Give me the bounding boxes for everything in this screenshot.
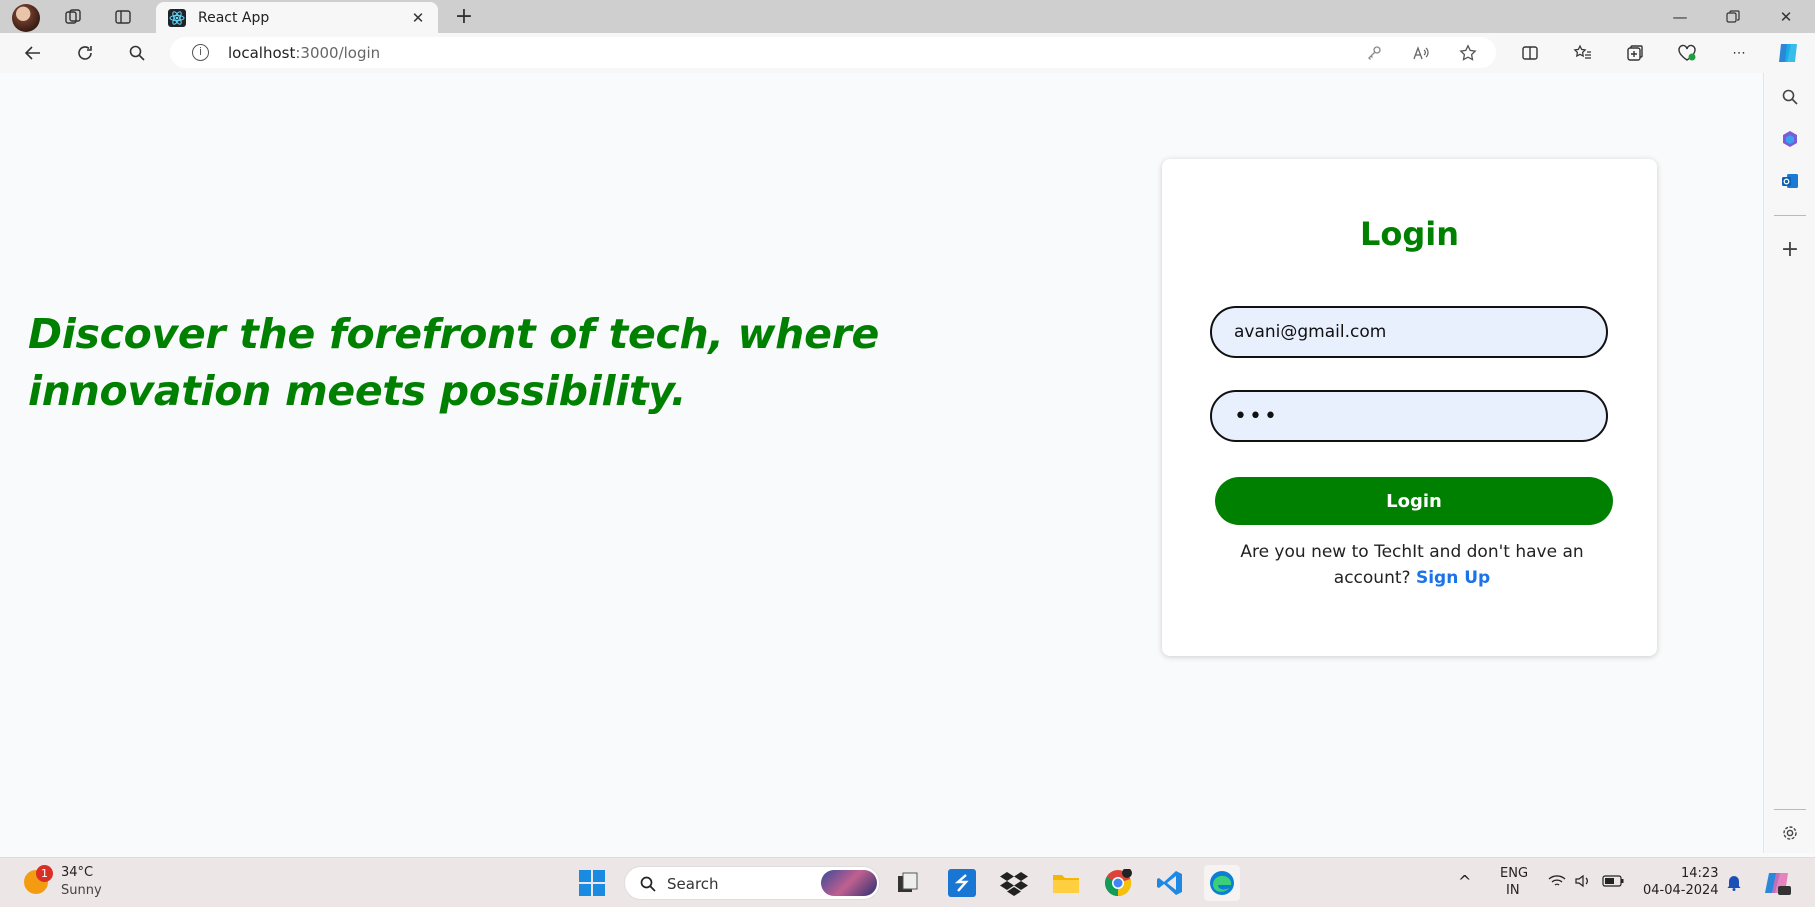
clock-date[interactable]: 04-04-2024 [1643, 883, 1719, 898]
react-icon [168, 9, 186, 27]
back-icon[interactable] [18, 39, 48, 67]
sidebar-settings-icon[interactable] [1776, 819, 1804, 847]
notification-bell-icon[interactable] [1726, 873, 1742, 895]
language-line2[interactable]: IN [1506, 883, 1520, 898]
key-icon[interactable] [1361, 41, 1387, 65]
taskbar-search[interactable]: Search [624, 866, 880, 900]
tab-title: React App [198, 10, 270, 26]
page-viewport: Discover the forefront of tech, where in… [4, 73, 1764, 853]
minimize-icon[interactable]: — [1660, 4, 1700, 30]
signup-prompt: Are you new to TechIt and don't have an … [1240, 542, 1584, 588]
app-s-icon[interactable] [944, 865, 980, 901]
login-card: Login Login Are you new to TechIt and do… [1162, 159, 1657, 656]
dropbox-icon[interactable] [996, 865, 1032, 901]
task-view-icon[interactable] [890, 865, 926, 901]
login-button[interactable]: Login [1215, 477, 1613, 525]
weather-temperature[interactable]: 34°C [61, 865, 93, 880]
close-window-icon[interactable]: ✕ [1766, 4, 1806, 30]
sidebar-search-icon[interactable] [1776, 83, 1804, 111]
outlook-icon[interactable] [1776, 167, 1804, 195]
sidebar-divider [1774, 215, 1806, 216]
tab-actions-icon[interactable] [110, 5, 136, 29]
read-aloud-icon[interactable] [1408, 41, 1434, 65]
favorite-star-icon[interactable] [1455, 41, 1481, 65]
wifi-icon[interactable] [1548, 874, 1566, 892]
address-bar[interactable]: i localhost:3000/login [170, 37, 1496, 68]
password-field[interactable] [1210, 390, 1608, 442]
taskbar-search-icon [640, 876, 656, 892]
sidebar-add-icon[interactable]: + [1776, 235, 1804, 263]
search-highlight-icon [821, 870, 877, 896]
volume-icon[interactable] [1574, 874, 1592, 892]
hero-tagline: Discover the forefront of tech, where in… [28, 310, 880, 415]
tab-react-app[interactable]: React App ✕ [156, 2, 438, 33]
edge-sidebar: + [1765, 73, 1815, 853]
site-info-icon[interactable]: i [192, 44, 209, 61]
tab-close-icon[interactable]: ✕ [408, 8, 428, 28]
browser-toolbar: i localhost:3000/login ⋯ [0, 33, 1815, 73]
favorites-icon[interactable] [1568, 39, 1598, 67]
restore-icon[interactable] [1713, 4, 1753, 30]
vscode-icon[interactable] [1152, 865, 1188, 901]
new-tab-icon[interactable]: + [450, 3, 478, 31]
login-title: Login [1359, 215, 1460, 253]
microsoft365-icon[interactable] [1776, 125, 1804, 153]
url-text[interactable]: localhost:3000/login [228, 44, 380, 62]
battery-icon[interactable] [1602, 875, 1624, 891]
windows-taskbar: 1 34°C Sunny Search ^ ENG IN 14:23 04-04… [0, 857, 1815, 907]
copilot-taskbar-icon[interactable] [1762, 868, 1792, 902]
language-line1[interactable]: ENG [1500, 866, 1528, 881]
signup-link[interactable]: Sign Up [1416, 568, 1490, 588]
clock-time[interactable]: 14:23 [1681, 866, 1718, 881]
windows-start-icon[interactable] [574, 865, 610, 901]
edge-taskbar-icon[interactable] [1204, 865, 1240, 901]
profile-avatar[interactable] [12, 4, 40, 32]
weather-badge: 1 [36, 865, 53, 882]
workspaces-icon[interactable] [60, 5, 86, 29]
tab-strip: React App ✕ + — ✕ [0, 0, 1815, 33]
split-screen-icon[interactable] [1515, 39, 1545, 67]
chrome-icon[interactable] [1100, 865, 1136, 901]
copilot-icon[interactable] [1773, 39, 1803, 67]
email-field[interactable] [1210, 306, 1608, 358]
more-options-icon[interactable]: ⋯ [1724, 39, 1754, 67]
weather-condition[interactable]: Sunny [61, 883, 102, 898]
refresh-icon[interactable] [70, 39, 100, 67]
search-icon[interactable] [122, 39, 152, 67]
browser-essentials-icon[interactable] [1672, 39, 1702, 67]
sidebar-divider-bottom [1774, 809, 1806, 810]
show-hidden-icons-icon[interactable]: ^ [1458, 872, 1471, 891]
collections-icon[interactable] [1620, 39, 1650, 67]
file-explorer-icon[interactable] [1048, 865, 1084, 901]
